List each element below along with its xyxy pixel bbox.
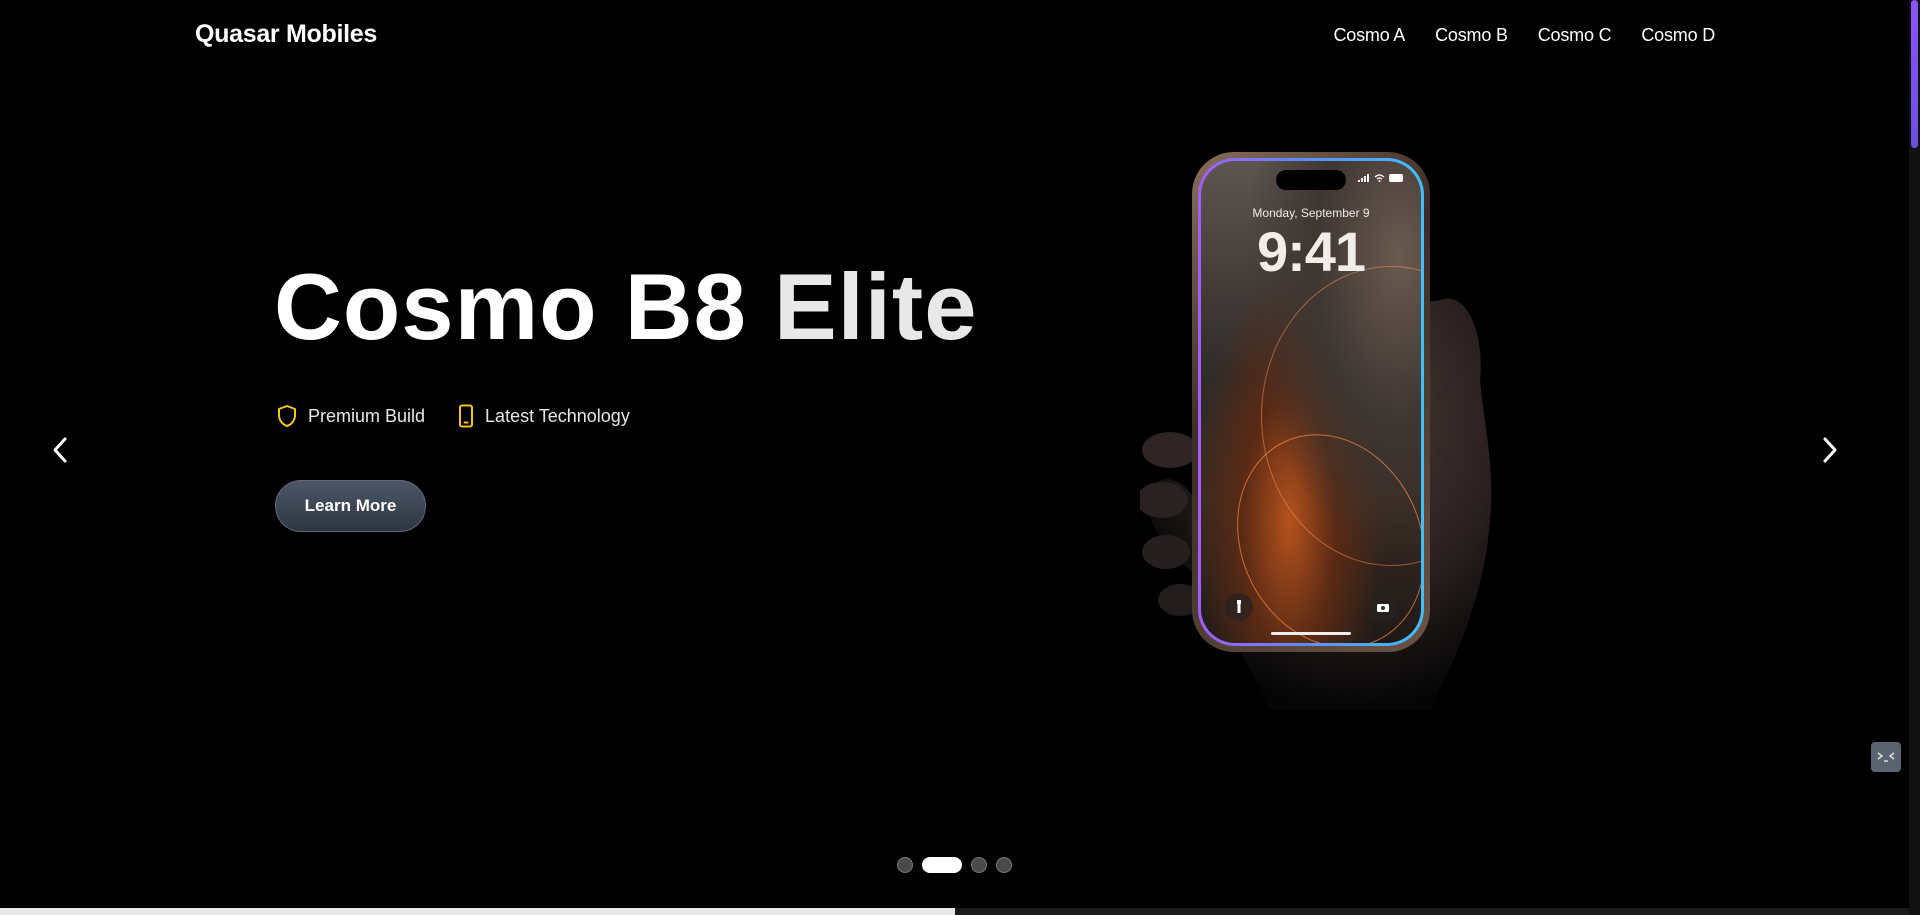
page-scrollbar[interactable]: [1909, 0, 1920, 915]
nav-item-cosmo-a[interactable]: Cosmo A: [1333, 25, 1405, 46]
carousel-pagination: [897, 857, 1012, 873]
phone-lock-screen: Monday, September 9 9:41: [1201, 161, 1421, 643]
signal-icon: [1358, 174, 1369, 182]
hero-title: Cosmo B8 Elite: [274, 255, 978, 358]
hero-title-model: Cosmo B8: [274, 254, 747, 359]
lock-screen-date: Monday, September 9: [1252, 206, 1370, 220]
flashlight-icon: [1225, 593, 1253, 621]
feature-latest-technology: Latest Technology: [457, 404, 630, 428]
slide-progress-bar: [0, 908, 1909, 915]
brand-logo[interactable]: Quasar Mobiles: [195, 20, 377, 49]
chevron-left-icon: [53, 437, 67, 463]
hero-page: Quasar Mobiles Cosmo A Cosmo B Cosmo C C…: [0, 0, 1909, 915]
status-bar: [1358, 174, 1405, 182]
battery-icon: [1389, 174, 1403, 182]
slide-progress-fill: [0, 908, 955, 915]
feature-list: Premium Build Latest Technology: [276, 404, 630, 428]
prev-slide-button[interactable]: [40, 432, 80, 468]
feature-label: Premium Build: [308, 405, 426, 426]
dynamic-island: [1276, 170, 1346, 190]
carousel-dot-2-active[interactable]: [922, 857, 962, 873]
wifi-icon: [1374, 174, 1385, 182]
chevron-right-icon: [1823, 437, 1837, 463]
devtools-widget-button[interactable]: [1871, 742, 1901, 772]
phone-image: Monday, September 9 9:41: [1192, 152, 1430, 652]
feature-premium-build: Premium Build: [276, 404, 425, 428]
nav-item-cosmo-d[interactable]: Cosmo D: [1641, 25, 1715, 46]
camera-icon: [1369, 593, 1397, 621]
learn-more-button[interactable]: Learn More: [275, 480, 426, 532]
shield-icon: [278, 405, 296, 427]
nav-item-cosmo-b[interactable]: Cosmo B: [1435, 25, 1508, 46]
scrollbar-thumb[interactable]: [1911, 0, 1918, 148]
feature-label: Latest Technology: [485, 405, 630, 426]
face-icon: [1877, 752, 1895, 762]
nav-item-cosmo-c[interactable]: Cosmo C: [1538, 25, 1612, 46]
next-slide-button[interactable]: [1810, 432, 1850, 468]
lock-screen-time: 9:41: [1256, 220, 1366, 283]
hero-title-edition: Elite: [773, 254, 978, 359]
phone-icon: [459, 404, 474, 428]
carousel-dot-4[interactable]: [996, 857, 1012, 873]
main-nav: Cosmo A Cosmo B Cosmo C Cosmo D: [1333, 25, 1715, 46]
carousel-dot-1[interactable]: [897, 857, 913, 873]
carousel-dot-3[interactable]: [971, 857, 987, 873]
home-indicator: [1271, 632, 1351, 635]
